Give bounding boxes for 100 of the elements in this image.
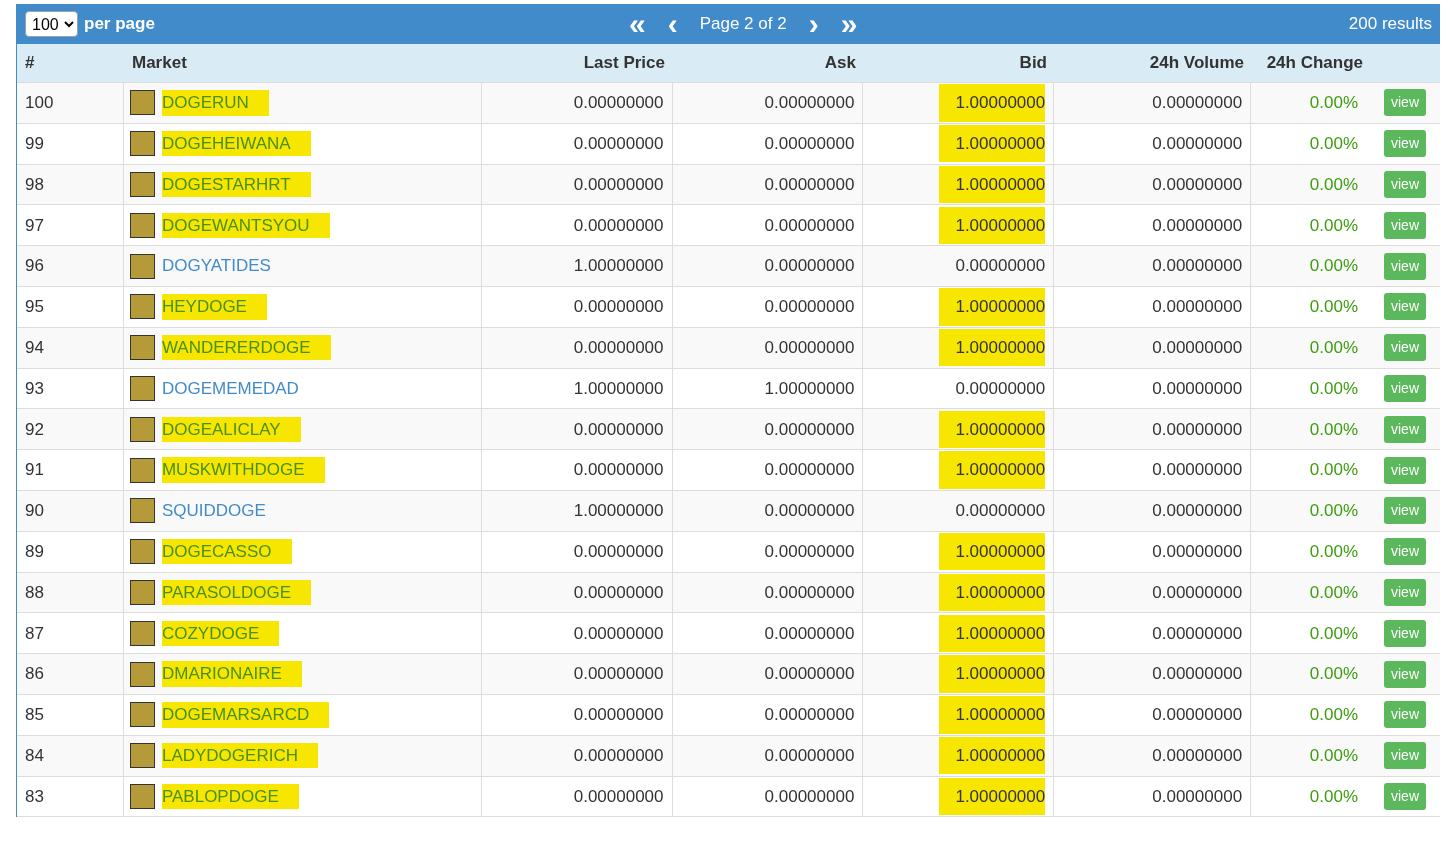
market-link[interactable]: DOGEMEMEDAD xyxy=(161,375,299,402)
market-link[interactable]: DOGEMARSARCD xyxy=(161,702,330,728)
market-link[interactable]: MUSKWITHDOGE xyxy=(161,457,325,483)
change-value: 0.00% xyxy=(1309,296,1359,319)
market-link[interactable]: COZYDOGE xyxy=(161,620,280,646)
market-link[interactable]: DOGYATIDES xyxy=(161,253,271,279)
market-thumbnail xyxy=(129,172,155,197)
view-button[interactable]: view xyxy=(1384,211,1426,239)
market-link[interactable]: WANDERERDOGE xyxy=(161,334,331,361)
market-link[interactable]: SQUIDDOGE xyxy=(161,498,266,524)
last-price: 0.00000000 xyxy=(573,336,664,359)
last-price: 0.00000000 xyxy=(573,785,664,808)
row-number: 99 xyxy=(25,132,44,155)
market-link[interactable]: DOGESTARHRT xyxy=(161,171,311,198)
market-link[interactable]: HEYDOGE xyxy=(161,294,267,320)
row-number: 83 xyxy=(25,785,44,808)
change-value: 0.00% xyxy=(1309,255,1359,278)
per-page-label: per page xyxy=(84,13,155,36)
bid-price: 1.00000000 xyxy=(939,777,1046,816)
view-button[interactable]: view xyxy=(1384,660,1426,688)
change-value: 0.00% xyxy=(1309,663,1359,686)
market-thumbnail xyxy=(129,661,155,687)
per-page-select[interactable]: 100 xyxy=(25,11,78,37)
view-button[interactable]: view xyxy=(1384,497,1426,525)
bid-price: 1.00000000 xyxy=(939,328,1046,367)
market-link[interactable]: LADYDOGERICH xyxy=(161,742,318,769)
last-price: 0.00000000 xyxy=(573,92,664,115)
view-button[interactable]: view xyxy=(1384,334,1426,362)
ask-price: 0.00000000 xyxy=(764,214,855,237)
column-header: 24h Change xyxy=(1266,53,1363,73)
ask-price: 0.00000000 xyxy=(764,581,855,604)
volume-value: 0.00000000 xyxy=(1152,540,1243,563)
last-page-button[interactable]: » xyxy=(840,9,858,39)
market-thumbnail xyxy=(129,212,155,238)
view-button[interactable]: view xyxy=(1384,171,1426,198)
view-button[interactable]: view xyxy=(1384,415,1426,443)
market-thumbnail xyxy=(129,131,155,157)
view-button[interactable]: view xyxy=(1384,293,1426,321)
column-header: Ask xyxy=(824,53,856,73)
market-thumbnail xyxy=(129,90,155,116)
view-button[interactable]: view xyxy=(1384,701,1426,729)
view-button[interactable]: view xyxy=(1384,130,1426,158)
previous-page-button[interactable]: ‹ xyxy=(667,9,678,39)
volume-value: 0.00000000 xyxy=(1152,336,1243,359)
bid-price: 1.00000000 xyxy=(939,124,1046,163)
market-thumbnail xyxy=(129,253,155,279)
market-thumbnail xyxy=(129,539,155,565)
row-number: 86 xyxy=(25,663,44,686)
bid-price: 1.00000000 xyxy=(939,573,1046,612)
last-price: 0.00000000 xyxy=(573,622,664,645)
row-number: 87 xyxy=(25,622,44,645)
change-value: 0.00% xyxy=(1309,500,1359,523)
view-button[interactable]: view xyxy=(1384,619,1426,647)
market-link[interactable]: DOGEWANTSYOU xyxy=(161,212,330,239)
ask-price: 0.00000000 xyxy=(764,92,855,115)
bid-price: 0.00000000 xyxy=(955,377,1046,400)
view-button[interactable]: view xyxy=(1384,578,1426,606)
last-price: 0.00000000 xyxy=(573,459,664,482)
volume-value: 0.00000000 xyxy=(1152,255,1243,278)
last-price: 1.00000000 xyxy=(573,255,664,278)
view-button[interactable]: view xyxy=(1384,89,1426,117)
market-thumbnail xyxy=(129,783,155,809)
market-link[interactable]: PABLOPDOGE xyxy=(161,783,299,810)
volume-value: 0.00000000 xyxy=(1152,173,1243,196)
first-page-button[interactable]: « xyxy=(629,9,646,39)
market-thumbnail xyxy=(129,457,155,483)
bid-price: 1.00000000 xyxy=(939,736,1046,775)
last-price: 0.00000000 xyxy=(573,132,664,155)
volume-value: 0.00000000 xyxy=(1152,622,1243,645)
market-link[interactable]: DOGECASSO xyxy=(161,538,292,565)
row-number: 98 xyxy=(25,173,44,196)
volume-value: 0.00000000 xyxy=(1152,581,1243,604)
last-price: 1.00000000 xyxy=(573,377,664,400)
view-button[interactable]: view xyxy=(1384,782,1426,810)
market-link[interactable]: PARASOLDOGE xyxy=(161,579,312,606)
bid-price: 1.00000000 xyxy=(939,532,1046,571)
ask-price: 0.00000000 xyxy=(764,500,855,523)
market-thumbnail xyxy=(129,743,155,769)
row-number: 85 xyxy=(25,704,44,727)
change-value: 0.00% xyxy=(1309,418,1359,441)
next-page-button[interactable]: › xyxy=(808,9,819,39)
view-button[interactable]: view xyxy=(1384,252,1426,280)
page-indicator: Page 2 of 2 xyxy=(699,13,787,36)
view-button[interactable]: view xyxy=(1384,538,1426,566)
bid-price: 1.00000000 xyxy=(939,165,1046,204)
market-link[interactable]: DOGEALICLAY xyxy=(161,416,301,442)
view-button[interactable]: view xyxy=(1384,456,1426,484)
change-value: 0.00% xyxy=(1309,581,1359,604)
bid-price: 1.00000000 xyxy=(939,84,1046,122)
market-link[interactable]: DMARIONAIRE xyxy=(161,661,302,687)
change-value: 0.00% xyxy=(1309,173,1359,196)
ask-price: 0.00000000 xyxy=(764,336,855,359)
market-link[interactable]: DOGERUN xyxy=(161,90,269,116)
market-thumbnail xyxy=(129,294,155,320)
change-value: 0.00% xyxy=(1309,459,1359,482)
view-button[interactable]: view xyxy=(1384,742,1426,770)
market-thumbnail xyxy=(129,335,155,361)
view-button[interactable]: view xyxy=(1384,374,1426,402)
ask-price: 0.00000000 xyxy=(764,132,855,155)
market-link[interactable]: DOGEHEIWANA xyxy=(161,130,311,157)
